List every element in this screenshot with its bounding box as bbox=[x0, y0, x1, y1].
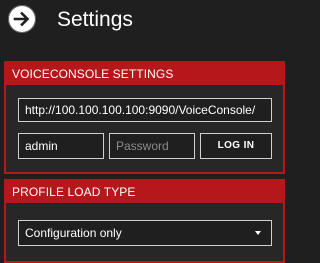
profile-load-type-panel: PROFILE LOAD TYPE Configuration only bbox=[4, 179, 285, 263]
username-input[interactable]: admin bbox=[18, 133, 104, 159]
back-button[interactable] bbox=[8, 5, 36, 33]
profile-load-type-value: Configuration only bbox=[25, 226, 122, 240]
app-header: Settings bbox=[0, 0, 291, 44]
server-url-input[interactable]: http://100.100.100.100:9090/VoiceConsole… bbox=[18, 98, 272, 122]
voiceconsole-settings-heading: VOICECONSOLE SETTINGS bbox=[6, 63, 283, 85]
profile-load-type-heading: PROFILE LOAD TYPE bbox=[6, 181, 283, 203]
voiceconsole-settings-panel: VOICECONSOLE SETTINGS http://100.100.100… bbox=[4, 61, 285, 174]
arrow-right-circle-icon bbox=[13, 11, 30, 27]
login-button[interactable]: LOG IN bbox=[200, 133, 272, 159]
page-title: Settings bbox=[57, 8, 133, 31]
password-input[interactable]: Password bbox=[109, 133, 195, 159]
profile-load-type-select[interactable]: Configuration only bbox=[18, 220, 272, 246]
caret-down-icon bbox=[255, 231, 261, 235]
